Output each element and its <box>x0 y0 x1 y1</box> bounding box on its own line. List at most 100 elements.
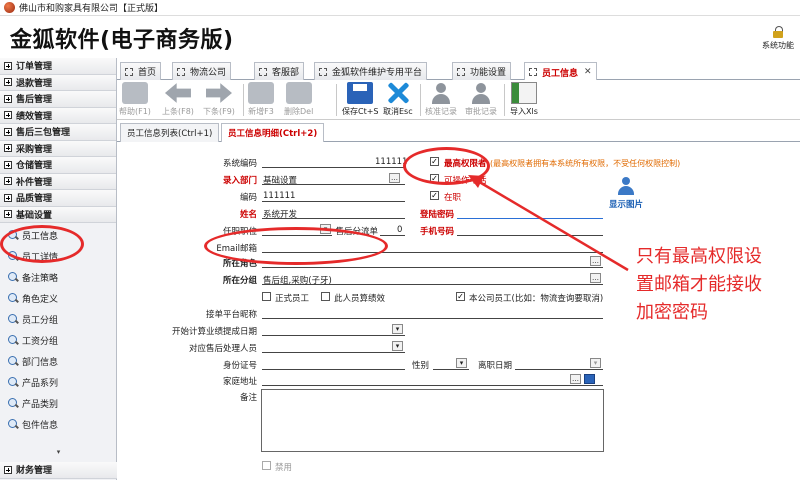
sidebar-group-quality[interactable]: 品质管理 <box>0 190 116 207</box>
sidebar: 订单管理 退款管理 售后管理 绩效管理 售后三包管理 采购管理 仓储管理 补件管… <box>0 58 117 480</box>
tab-function-settings[interactable]: 功能设置 <box>452 62 512 80</box>
tab-customer-service[interactable]: 客服部 <box>254 62 305 80</box>
sidebar-item-employee-group[interactable]: 员工分组 <box>0 309 116 330</box>
expand-icon <box>4 177 12 186</box>
platform-nick-input[interactable] <box>262 318 603 319</box>
sidebar-group-warranty[interactable]: 售后三包管理 <box>0 124 116 141</box>
tab-employee-list[interactable]: 员工信息列表(Ctrl+1) <box>120 123 220 142</box>
code-label: 编码 <box>239 193 257 203</box>
pin-icon <box>125 67 133 76</box>
highlight-oval-highest-permission <box>403 147 490 185</box>
sidebar-group-basic-settings[interactable]: 基础设置 <box>0 206 116 223</box>
sidebar-item-package-info[interactable]: 包件信息 <box>0 414 116 435</box>
expand-icon <box>4 193 12 202</box>
system-function-button[interactable]: 系统功能 <box>756 26 800 51</box>
sidebar-scroll-down-icon[interactable]: ▾ <box>0 448 117 456</box>
after-sale-handler-dropdown[interactable]: ▾ <box>392 341 403 351</box>
dept-picker-button[interactable]: … <box>389 173 400 183</box>
toolbar: 帮助(F1) 上条(F8) 下条(F9) 新增F3 删除Del 保存Ct+S 取… <box>117 80 800 120</box>
leave-date-dropdown[interactable]: ▾ <box>590 358 601 368</box>
gender-label: 性别 <box>411 361 429 371</box>
sidebar-group-performance[interactable]: 绩效管理 <box>0 107 116 124</box>
sidebar-item-product-series[interactable]: 产品系列 <box>0 372 116 393</box>
search-icon <box>8 335 19 346</box>
import-xls-button[interactable]: 导入Xls <box>510 82 538 117</box>
expand-icon <box>4 111 12 120</box>
remark-label: 备注 <box>239 393 257 403</box>
dept-label: 录入部门 <box>222 176 257 186</box>
tab-employee-detail[interactable]: 员工信息明细(Ctrl+2) <box>221 123 325 142</box>
counted-performance-checkbox[interactable] <box>321 292 330 301</box>
search-icon <box>8 272 19 283</box>
leave-date-input[interactable] <box>515 369 603 370</box>
address-input[interactable] <box>262 385 603 386</box>
arrow-right-icon <box>205 83 232 103</box>
address-picker-button[interactable]: … <box>570 374 581 384</box>
after-sale-handler-input[interactable] <box>262 352 405 353</box>
company-employee-checkbox[interactable]: ✓ <box>456 292 465 301</box>
regular-employee-checkbox[interactable] <box>262 292 271 301</box>
sidebar-item-product-category[interactable]: 产品类别 <box>0 393 116 414</box>
help-button[interactable]: 帮助(F1) <box>119 82 151 117</box>
id-number-input[interactable] <box>262 369 405 370</box>
help-icon <box>121 82 148 104</box>
expand-icon <box>4 465 12 474</box>
delete-button[interactable]: 删除Del <box>284 82 313 117</box>
sidebar-group-aftersales[interactable]: 售后管理 <box>0 91 116 108</box>
remark-textarea[interactable] <box>261 389 604 452</box>
gender-dropdown[interactable]: ▾ <box>456 358 467 368</box>
sidebar-group-purchasing[interactable]: 采购管理 <box>0 140 116 157</box>
next-button[interactable]: 下条(F9) <box>203 82 235 117</box>
tab-logistics[interactable]: 物流公司 <box>172 62 232 80</box>
system-function-label: 系统功能 <box>762 41 794 50</box>
cancel-icon <box>385 82 411 104</box>
sidebar-group-warehouse[interactable]: 仓储管理 <box>0 157 116 174</box>
platform-nick-label: 接单平台昵称 <box>205 310 257 320</box>
close-tab-icon[interactable]: ✕ <box>584 67 592 77</box>
login-password-input[interactable] <box>457 218 603 219</box>
sidebar-group-finance[interactable]: 财务管理 <box>0 462 117 479</box>
sys-code-label: 系统编码 <box>222 159 257 169</box>
mobile-label: 手机号码 <box>419 227 454 237</box>
mobile-input[interactable] <box>457 235 603 236</box>
user-icon <box>468 82 494 104</box>
expand-icon <box>4 94 12 103</box>
save-button[interactable]: 保存Ct+S <box>342 82 379 117</box>
new-button[interactable]: 新增F3 <box>248 82 274 117</box>
employed-checkbox[interactable]: ✓ <box>430 191 439 200</box>
gender-input[interactable] <box>433 369 469 370</box>
review-record-button[interactable]: 审批记录 <box>465 82 497 117</box>
sidebar-item-remark-strategy[interactable]: 备注策略 <box>0 267 116 288</box>
employed-label: 在职 <box>444 193 462 203</box>
disabled-checkbox[interactable] <box>262 461 271 470</box>
sidebar-item-salary-group[interactable]: 工资分组 <box>0 330 116 351</box>
tab-maintenance-platform[interactable]: 金狐软件维护专用平台 <box>314 62 428 80</box>
cancel-button[interactable]: 取消Esc <box>383 82 413 117</box>
show-photo-button[interactable]: 显示图片 <box>604 177 648 210</box>
role-picker-button[interactable]: … <box>590 256 601 266</box>
brand-title: 金狐软件(电子商务版) <box>10 28 234 53</box>
tab-home[interactable]: 首页 <box>120 62 162 80</box>
search-icon <box>8 419 19 430</box>
commission-date-input[interactable] <box>262 335 405 336</box>
disabled-label: 禁用 <box>275 463 293 473</box>
sidebar-item-department[interactable]: 部门信息 <box>0 351 116 372</box>
sidebar-group-parts[interactable]: 补件管理 <box>0 173 116 190</box>
audit-record-button[interactable]: 核准记录 <box>425 82 457 117</box>
address-save-icon[interactable] <box>584 374 595 384</box>
search-icon <box>8 356 19 367</box>
commission-date-dropdown[interactable]: ▾ <box>392 324 403 334</box>
search-icon <box>8 377 19 388</box>
sidebar-group-refunds[interactable]: 退款管理 <box>0 74 116 91</box>
search-icon <box>8 293 19 304</box>
sidebar-item-role-definition[interactable]: 角色定义 <box>0 288 116 309</box>
prev-button[interactable]: 上条(F8) <box>162 82 194 117</box>
sidebar-group-orders[interactable]: 订单管理 <box>0 58 116 75</box>
tab-employee-info[interactable]: 员工信息 ✕ <box>524 62 597 81</box>
id-number-label: 身份证号 <box>222 361 257 371</box>
highlight-oval-email <box>204 227 388 265</box>
regular-employee-label: 正式员工 <box>275 294 310 304</box>
highlight-oval-employee-info <box>0 225 84 263</box>
group-picker-button[interactable]: … <box>590 273 601 283</box>
role-input[interactable] <box>262 267 603 268</box>
